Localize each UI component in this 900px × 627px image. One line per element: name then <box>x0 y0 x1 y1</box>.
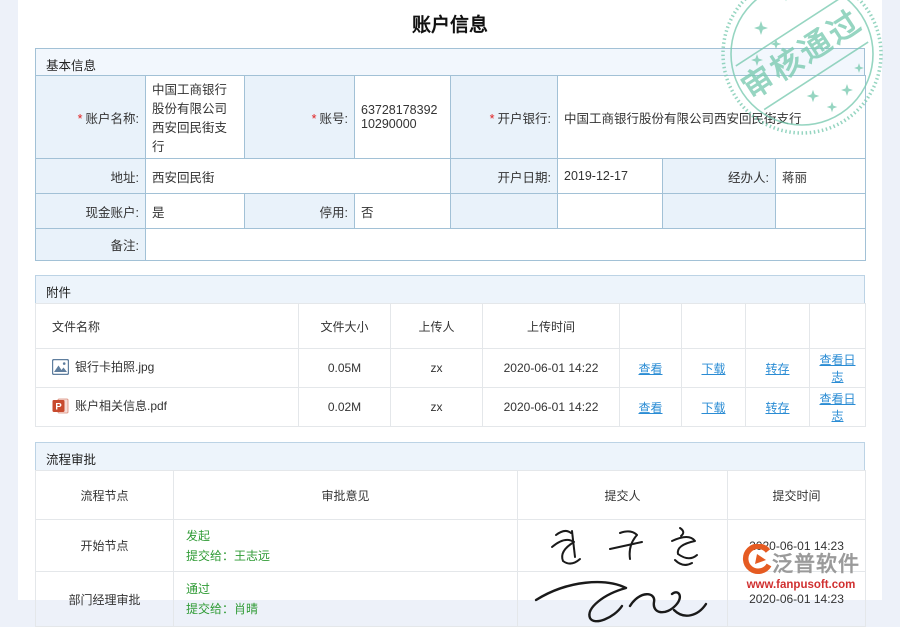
operator-value: 蒋丽 <box>776 159 866 194</box>
basic-row-4: 备注: <box>36 229 866 261</box>
ppt-icon-letter: P <box>55 401 62 412</box>
cash-account-label: 现金账户: <box>36 194 146 229</box>
file-row: P 账户相关信息.pdf 0.02M zx 2020-06-01 14:22 查… <box>36 388 866 427</box>
page-title: 账户信息 <box>18 0 882 48</box>
account-name-label: 账户名称: <box>86 112 139 126</box>
flow-node: 开始节点 <box>36 520 174 572</box>
empty-value-cell <box>776 194 866 229</box>
open-date-value: 2019-12-17 <box>558 159 663 194</box>
empty-label-cell <box>663 194 776 229</box>
file-upload-time: 2020-06-01 14:22 <box>483 388 620 427</box>
empty-value-cell <box>558 194 663 229</box>
account-name-value: 中国工商银行股份有限公司西安回民街支行 <box>146 76 245 159</box>
opinion-status: 发起 <box>186 526 513 546</box>
col-file-size: 文件大小 <box>299 304 391 349</box>
file-name: 账户相关信息.pdf <box>75 397 167 414</box>
empty-label-cell <box>451 194 558 229</box>
col-submit-time: 提交时间 <box>728 471 866 520</box>
address-label: 地址: <box>36 159 146 194</box>
file-uploader: zx <box>391 349 483 388</box>
cash-account-value: 是 <box>146 194 245 229</box>
col-upload-time: 上传时间 <box>483 304 620 349</box>
signature-image <box>528 574 718 624</box>
approval-row: 开始节点 发起 提交给：王志远 <box>36 520 866 572</box>
col-file-name: 文件名称 <box>36 304 299 349</box>
brand-watermark: 泛普软件 www.fanpusoft.com <box>742 544 860 591</box>
file-name: 银行卡拍照.jpg <box>75 358 154 375</box>
required-asterisk: * <box>78 112 83 126</box>
ppt-file-icon: P <box>52 398 69 414</box>
col-uploader: 上传人 <box>391 304 483 349</box>
disabled-label: 停用: <box>245 194 355 229</box>
basic-row-3: 现金账户: 是 停用: 否 <box>36 194 866 229</box>
basic-info-table: *账户名称: 中国工商银行股份有限公司西安回民街支行 *账号: 63728178… <box>35 75 866 261</box>
account-no-value: 6372817839210290000 <box>355 76 451 159</box>
bank-value: 中国工商银行股份有限公司西安回民街支行 <box>558 76 866 159</box>
basic-info-section: 基本信息 *账户名称: 中国工商银行股份有限公司西安回民街支行 *账号: 637… <box>35 48 865 261</box>
opinion-submit-to: 提交给：肖晴 <box>186 599 513 619</box>
operator-label: 经办人: <box>663 159 776 194</box>
col-action <box>682 304 746 349</box>
col-flow-node: 流程节点 <box>36 471 174 520</box>
submitter-signature <box>518 520 728 572</box>
remark-value <box>146 229 866 261</box>
required-asterisk: * <box>312 112 317 126</box>
remark-label: 备注: <box>36 229 146 261</box>
transfer-link[interactable]: 转存 <box>765 401 789 415</box>
file-size: 0.02M <box>299 388 391 427</box>
col-action <box>810 304 866 349</box>
required-asterisk: * <box>490 112 495 126</box>
transfer-link[interactable]: 转存 <box>765 362 789 376</box>
approval-header-row: 流程节点 审批意见 提交人 提交时间 <box>36 471 866 520</box>
col-action <box>620 304 682 349</box>
signature-image <box>528 523 718 569</box>
opinion-status: 通过 <box>186 579 513 599</box>
open-date-label: 开户日期: <box>451 159 558 194</box>
basic-row-1: *账户名称: 中国工商银行股份有限公司西安回民街支行 *账号: 63728178… <box>36 76 866 159</box>
account-no-label: 账号: <box>320 112 348 126</box>
basic-row-2: 地址: 西安回民街 开户日期: 2019-12-17 经办人: 蒋丽 <box>36 159 866 194</box>
view-log-link[interactable]: 查看日志 <box>819 353 855 384</box>
image-file-icon <box>52 359 69 375</box>
approval-row: 部门经理审批 通过 提交给：肖晴 2020-06-01 14:23 <box>36 572 866 627</box>
view-log-link[interactable]: 查看日志 <box>819 392 855 423</box>
account-no-label-cell: *账号: <box>245 76 355 159</box>
download-link[interactable]: 下载 <box>701 362 725 376</box>
attachments-section: 附件 文件名称 文件大小 上传人 上传时间 <box>35 275 865 427</box>
view-link[interactable]: 查看 <box>638 362 662 376</box>
approval-section-header: 流程审批 <box>35 442 865 470</box>
address-value: 西安回民街 <box>146 159 451 194</box>
attachments-table: 文件名称 文件大小 上传人 上传时间 银行卡拍照.jpg <box>35 303 866 427</box>
view-link[interactable]: 查看 <box>638 401 662 415</box>
download-link[interactable]: 下载 <box>701 401 725 415</box>
account-name-label-cell: *账户名称: <box>36 76 146 159</box>
disabled-value: 否 <box>355 194 451 229</box>
bank-label: 开户银行: <box>498 112 551 126</box>
attachments-section-header: 附件 <box>35 275 865 303</box>
brand-logo-icon <box>742 544 772 581</box>
brand-name: 泛普软件 <box>772 548 860 578</box>
file-upload-time: 2020-06-01 14:22 <box>483 349 620 388</box>
file-size: 0.05M <box>299 349 391 388</box>
opinion-submit-to: 提交给：王志远 <box>186 546 513 566</box>
col-submitter: 提交人 <box>518 471 728 520</box>
submitter-signature <box>518 572 728 627</box>
brand-url: www.fanpusoft.com <box>742 579 860 591</box>
col-action <box>746 304 810 349</box>
attachments-header-row: 文件名称 文件大小 上传人 上传时间 <box>36 304 866 349</box>
file-uploader: zx <box>391 388 483 427</box>
approval-section: 流程审批 流程节点 审批意见 提交人 提交时间 开始节点 发起 提交给：王志远 <box>35 442 865 627</box>
basic-info-section-header: 基本信息 <box>35 48 865 75</box>
file-row: 银行卡拍照.jpg 0.05M zx 2020-06-01 14:22 查看 下… <box>36 349 866 388</box>
flow-node: 部门经理审批 <box>36 572 174 627</box>
bank-label-cell: *开户银行: <box>451 76 558 159</box>
page-container: 账户信息 基本信息 *账户名称: 中国工商银行股份有限公司西安回民街支行 *账号… <box>18 0 882 600</box>
col-opinion: 审批意见 <box>174 471 518 520</box>
